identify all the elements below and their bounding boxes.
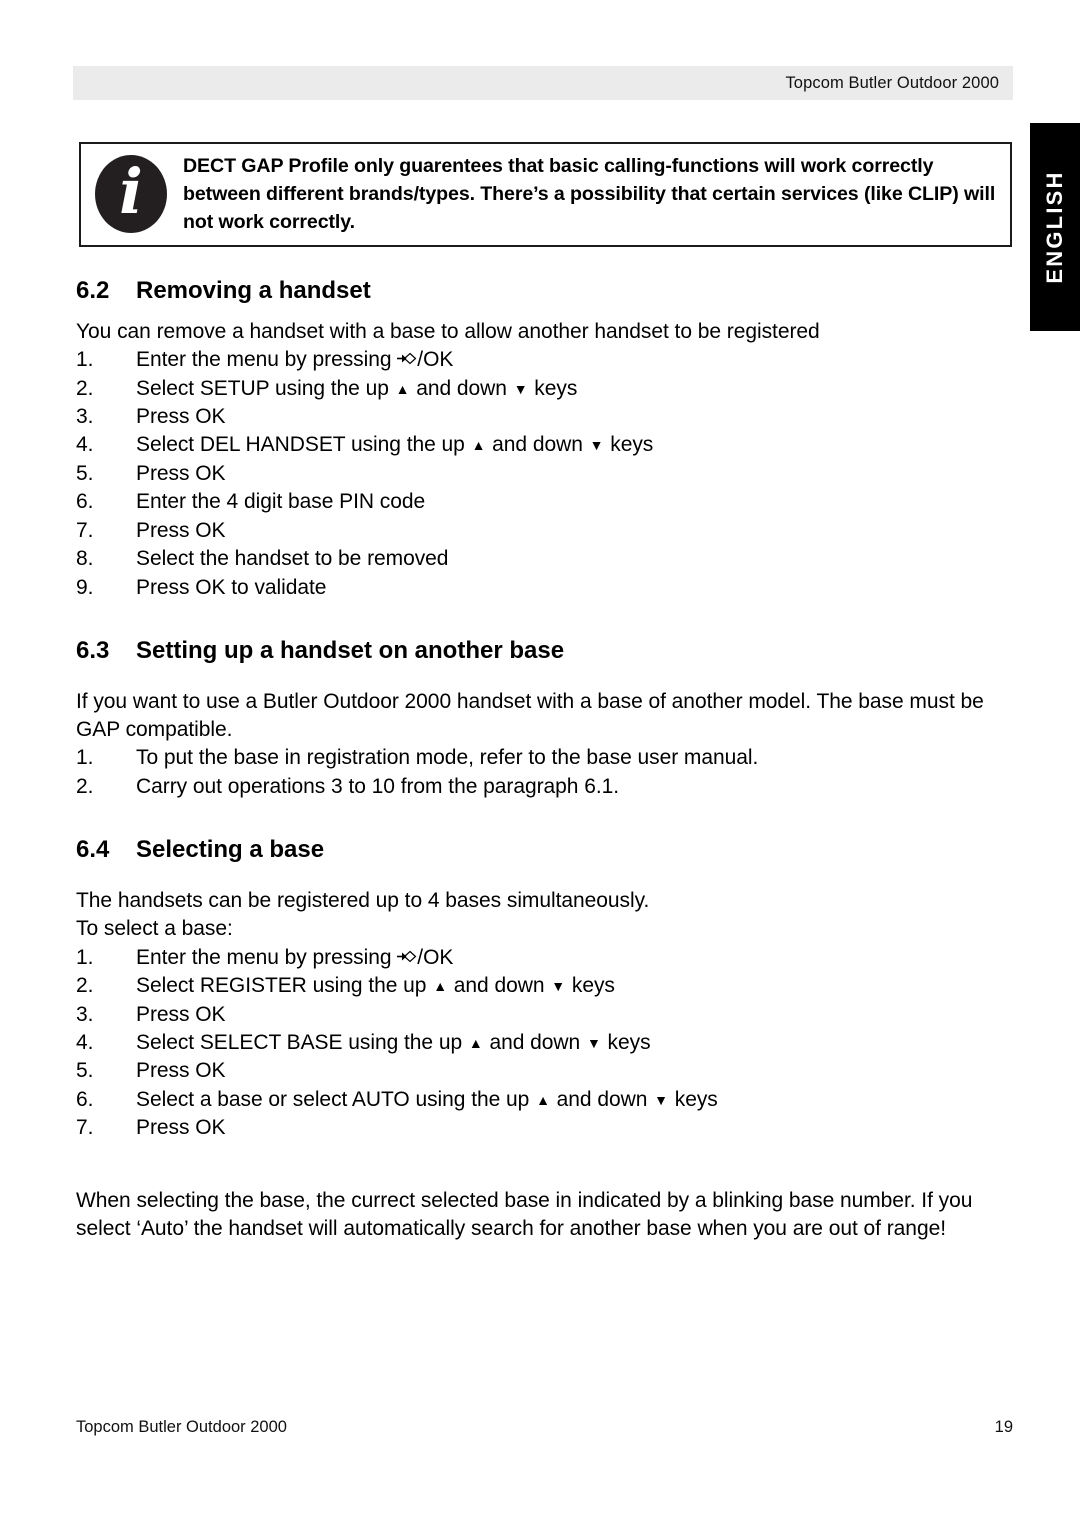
step-text: Select SETUP using the up ▲ and down ▼ k… [136,376,578,400]
footer-left-text: Topcom Butler Outdoor 2000 [76,1418,287,1436]
list-item: 1. To put the base in registration mode,… [76,744,1020,772]
list-item: 8. Select the handset to be removed [76,545,1020,573]
language-tab-label: ENGLISH [1042,170,1067,284]
step-list-6-3: 1. To put the base in registration mode,… [76,744,1020,801]
list-item: 3. Press OK [76,1001,1020,1029]
step-index: 4. [76,433,94,457]
step-text: Press OK to validate [136,575,327,599]
section-intro-6-2: You can remove a handset with a base to … [76,320,820,343]
step-text: Press OK [136,1002,226,1026]
section-title: Setting up a handset on another base [136,637,565,665]
list-item: 2. Select REGISTER using the up ▲ and do… [76,972,1020,1000]
list-item: 5. Press OK [76,1057,1020,1085]
section-heading-6-4: 6.4 Selecting a base [76,835,1020,865]
step-text: Select SELECT BASE using the up ▲ and do… [136,1030,651,1054]
list-item: 4. Select SELECT BASE using the up ▲ and… [76,1029,1020,1057]
closing-note: When selecting the base, the currect sel… [76,1188,973,1240]
list-item: 5. Press OK [76,460,1020,488]
section-number: 6.2 [76,277,110,304]
up-triangle-icon: ▲ [433,978,448,995]
page-number: 19 [994,1418,1013,1436]
list-item: 2. Carry out operations 3 to 10 from the… [76,773,1020,801]
info-note-text: DECT GAP Profile only guarentees that ba… [183,155,996,234]
step-text: Enter the menu by pressing /OK [136,945,454,969]
list-item: 6. Enter the 4 digit base PIN code [76,488,1020,516]
step-text: Press OK [136,1059,226,1083]
step-index: 1. [76,945,94,969]
section-heading-6-2: 6.2 Removing a handset [76,276,1020,306]
info-icon: i [91,153,171,233]
section-heading-6-3: 6.3 Setting up a handset on another base [76,636,1020,666]
down-triangle-icon: ▼ [589,437,604,454]
step-index: 5. [76,1059,94,1083]
down-triangle-icon: ▼ [654,1091,668,1108]
info-icon-letter: i [119,155,143,228]
list-item: 9. Press OK to validate [76,574,1020,602]
down-triangle-icon: ▼ [551,978,566,995]
document-page: Topcom Butler Outdoor 2000 ENGLISH i DEC… [0,0,1080,1528]
step-text: Press OK [136,518,226,542]
step-text: Press OK [136,461,226,485]
step-index: 5. [76,461,94,485]
step-index: 8. [76,547,94,571]
section-title: Selecting a base [136,836,325,864]
list-item: 1. Enter the menu by pressing /OK [76,346,1020,374]
step-text: To put the base in registration mode, re… [136,746,759,770]
up-triangle-icon: ▲ [536,1091,550,1108]
menu-ok-key-icon [397,352,417,365]
page-footer: Topcom Butler Outdoor 2000 19 [76,1418,1013,1437]
step-index: 3. [76,1002,94,1026]
list-item: 1. Enter the menu by pressing /OK [76,944,1020,972]
info-note-box: i DECT GAP Profile only guarentees that … [79,142,1012,247]
step-index: 9. [76,575,94,599]
step-index: 2. [76,774,94,798]
step-index: 1. [76,746,94,770]
section-number: 6.4 [76,836,110,864]
step-text: Press OK [136,405,226,429]
section-intro-6-3: If you want to use a Butler Outdoor 2000… [76,690,984,742]
menu-ok-key-icon [397,950,417,963]
step-text: Select the handset to be removed [136,547,449,571]
step-index: 6. [76,490,94,514]
step-text: Select a base or select AUTO using the u… [136,1087,718,1111]
page-header-bar: Topcom Butler Outdoor 2000 [73,66,1013,100]
list-item: 7. Press OK [76,517,1020,545]
step-text: Enter the menu by pressing /OK [136,348,454,372]
list-item: 2. Select SETUP using the up ▲ and down … [76,375,1020,403]
step-text: Carry out operations 3 to 10 from the pa… [136,774,620,798]
section-title: Removing a handset [136,277,371,304]
down-triangle-icon: ▼ [586,1034,601,1051]
up-triangle-icon: ▲ [471,437,486,454]
step-text: Press OK [136,1116,226,1140]
section-intro-6-4: The handsets can be registered up to 4 b… [76,889,650,913]
list-item: 6. Select a base or select AUTO using th… [76,1086,1020,1114]
step-index: 7. [76,518,94,542]
section-intro2-6-4: To select a base: [76,917,233,941]
step-index: 2. [76,974,94,998]
step-index: 2. [76,376,94,400]
down-triangle-icon: ▼ [513,380,528,397]
step-index: 6. [76,1087,94,1111]
list-item: 4. Select DEL HANDSET using the up ▲ and… [76,431,1020,459]
step-text: Select REGISTER using the up ▲ and down … [136,974,615,998]
header-title: Topcom Butler Outdoor 2000 [785,73,999,92]
document-body: 6.2 Removing a handset You can remove a … [76,276,1020,1243]
step-index: 3. [76,405,94,429]
step-text: Enter the 4 digit base PIN code [136,490,426,514]
list-item: 7. Press OK [76,1114,1020,1142]
section-number: 6.3 [76,637,110,665]
step-list-6-4: 1. Enter the menu by pressing /OK 2. Sel… [76,944,1020,1143]
up-triangle-icon: ▲ [468,1034,483,1051]
list-item: 3. Press OK [76,403,1020,431]
step-text: Select DEL HANDSET using the up ▲ and do… [136,433,654,457]
language-tab: ENGLISH [1030,123,1080,331]
step-index: 7. [76,1116,94,1140]
step-index: 1. [76,348,94,372]
step-list-6-2: 1. Enter the menu by pressing /OK 2. Sel… [76,346,1020,602]
up-triangle-icon: ▲ [395,380,410,397]
step-index: 4. [76,1030,94,1054]
